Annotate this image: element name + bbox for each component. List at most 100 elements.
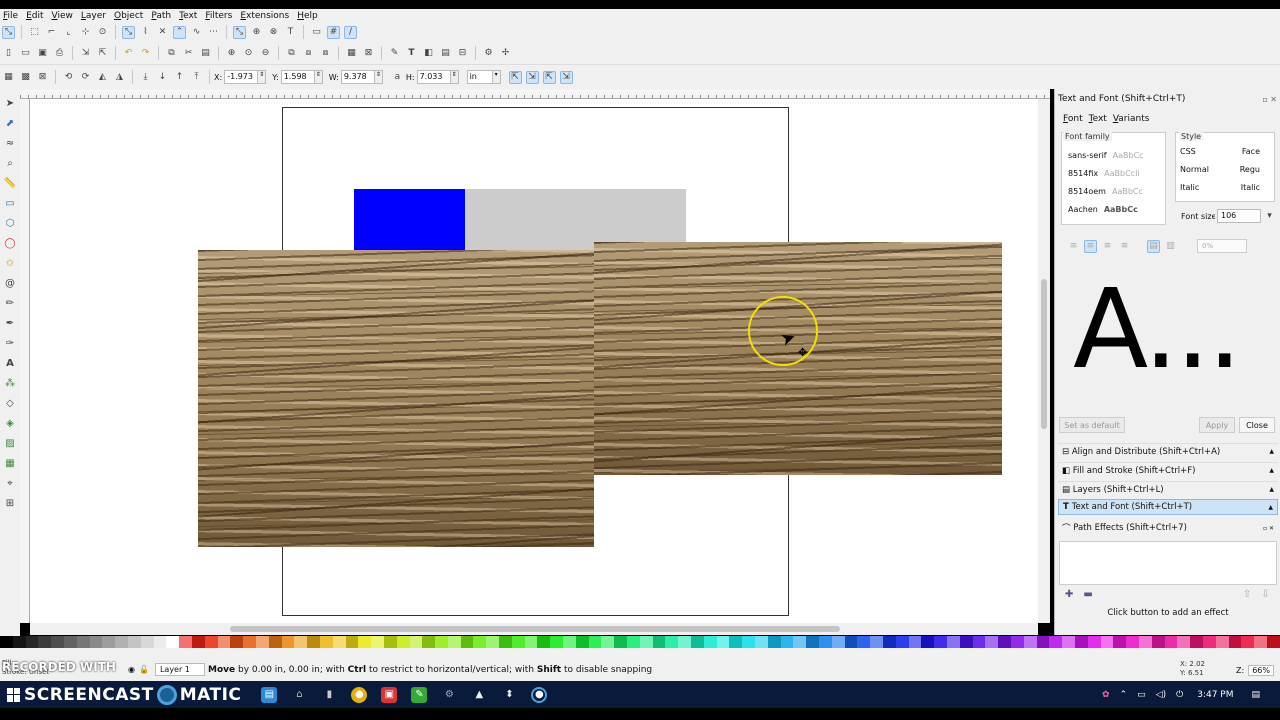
path-effects-list[interactable] bbox=[1059, 541, 1277, 585]
menu-extensions[interactable]: Extensions bbox=[240, 11, 289, 21]
palette-swatch[interactable] bbox=[793, 636, 807, 648]
palette-swatch[interactable] bbox=[1036, 636, 1050, 648]
snap-rotation-center-icon[interactable]: ⊗ bbox=[267, 26, 280, 39]
palette-swatch[interactable] bbox=[307, 636, 320, 648]
paint-bucket-tool-icon[interactable]: ◈ bbox=[3, 416, 17, 430]
xml-editor-icon[interactable]: ✎ bbox=[388, 47, 401, 60]
pencil-tool-icon[interactable]: ✏ bbox=[3, 296, 17, 310]
spray-tool-icon[interactable]: ⁂ bbox=[3, 376, 17, 390]
h-input[interactable]: 7.033 bbox=[416, 70, 451, 84]
raise-icon[interactable]: ↑ bbox=[173, 71, 186, 84]
palette-swatch[interactable] bbox=[537, 636, 551, 648]
palette-swatch[interactable] bbox=[12, 636, 26, 648]
palette-swatch[interactable] bbox=[1215, 636, 1229, 648]
palette-swatch[interactable] bbox=[767, 636, 781, 648]
palette-swatch[interactable] bbox=[755, 636, 768, 648]
palette-swatch[interactable] bbox=[422, 636, 436, 648]
copy-icon[interactable]: ⧉ bbox=[165, 47, 178, 60]
drawing-canvas[interactable]: ➤ ✥ bbox=[30, 99, 1050, 623]
menu-help[interactable]: Help bbox=[297, 11, 318, 21]
palette-swatch[interactable] bbox=[819, 636, 832, 648]
palette-swatch[interactable] bbox=[243, 636, 256, 648]
blue-rectangle[interactable] bbox=[354, 189, 465, 251]
layers-dialog-tab[interactable]: ▤ Layers (Shift+Ctrl+L) ▲ bbox=[1058, 481, 1278, 497]
deselect-icon[interactable]: ⊠ bbox=[36, 71, 49, 84]
align-distribute-dialog-tab[interactable]: ⊟ Align and Distribute (Shift+Ctrl+A) ▲ bbox=[1058, 443, 1278, 459]
palette-swatch[interactable] bbox=[102, 636, 116, 648]
palette-swatch[interactable] bbox=[1138, 636, 1152, 648]
palette-swatch[interactable] bbox=[857, 636, 871, 648]
zoom-page-icon[interactable]: ⊖ bbox=[259, 47, 272, 60]
layer-visibility-icon[interactable]: ◉ bbox=[128, 665, 135, 674]
select-all-icon[interactable]: ▦ bbox=[2, 71, 15, 84]
palette-swatch[interactable] bbox=[345, 636, 359, 648]
palette-swatch[interactable] bbox=[1151, 636, 1165, 648]
palette-swatch[interactable] bbox=[166, 636, 180, 648]
scale-corners-icon[interactable]: ⇲ bbox=[525, 70, 539, 84]
palette-swatch[interactable] bbox=[831, 636, 845, 648]
screencast-icon[interactable]: ● bbox=[531, 686, 548, 703]
close-button[interactable]: Close bbox=[1239, 417, 1275, 433]
palette-swatch[interactable] bbox=[1202, 636, 1216, 648]
open-icon[interactable]: ▭ bbox=[19, 47, 32, 60]
menu-object[interactable]: Object bbox=[114, 11, 143, 21]
app-icon-3[interactable]: ▮ bbox=[321, 687, 337, 703]
tab-variants[interactable]: Variants bbox=[1113, 114, 1150, 124]
palette-swatch[interactable] bbox=[1190, 636, 1203, 648]
flip-horizontal-icon[interactable]: ◭ bbox=[96, 71, 109, 84]
palette-swatch[interactable] bbox=[281, 636, 295, 648]
snap-others-icon[interactable]: ⤡ bbox=[233, 25, 246, 39]
measure-tool-icon[interactable]: 📏 bbox=[3, 176, 17, 190]
network-icon[interactable]: ▭ bbox=[1137, 690, 1146, 700]
snap-intersection-icon[interactable]: ✕ bbox=[156, 26, 169, 39]
tweak-tool-icon[interactable]: ≈ bbox=[3, 136, 17, 150]
remove-effect-icon[interactable]: ▬ bbox=[1083, 589, 1092, 600]
fill-stroke-icon[interactable]: ◧ bbox=[422, 47, 435, 60]
power-icon[interactable]: ⏻ bbox=[1176, 690, 1183, 700]
chevron-down-icon[interactable]: ▾ bbox=[492, 70, 501, 84]
x-input[interactable]: -1.973 bbox=[224, 70, 259, 84]
move-down-icon[interactable]: ⇩ bbox=[1261, 589, 1269, 600]
3d-box-tool-icon[interactable]: ⬡ bbox=[3, 216, 17, 230]
new-document-icon[interactable]: ▯ bbox=[2, 47, 15, 60]
list-item[interactable]: 8514fix AaBbCcIi bbox=[1062, 165, 1165, 183]
paste-icon[interactable]: ▤ bbox=[199, 47, 212, 60]
zoom-input[interactable]: 66% bbox=[1248, 665, 1274, 676]
palette-swatch[interactable] bbox=[217, 636, 231, 648]
align-icon[interactable]: ⊟ bbox=[456, 47, 469, 60]
snap-bbox-icon[interactable]: ⬚ bbox=[28, 26, 41, 39]
snap-midpoint-icon[interactable]: ⊹ bbox=[79, 26, 92, 39]
text-tool-icon[interactable]: A bbox=[3, 356, 17, 370]
color-palette[interactable] bbox=[0, 636, 1280, 648]
list-item[interactable]: sans-serif AaBbCc bbox=[1062, 147, 1165, 165]
palette-swatch[interactable] bbox=[601, 636, 615, 648]
palette-swatch[interactable] bbox=[934, 636, 947, 648]
palette-swatch[interactable] bbox=[716, 636, 730, 648]
y-spinner[interactable]: ⇕ bbox=[314, 70, 323, 84]
palette-swatch[interactable] bbox=[409, 636, 423, 648]
horizontal-scrollbar[interactable] bbox=[30, 623, 1038, 635]
horizontal-ruler[interactable] bbox=[20, 89, 1050, 99]
palette-swatch[interactable] bbox=[89, 636, 103, 648]
y-input[interactable]: 1.598 bbox=[280, 70, 315, 84]
snap-bbox-edge-icon[interactable]: ⌐ bbox=[45, 26, 58, 39]
palette-swatch[interactable] bbox=[115, 636, 128, 648]
vertical-text-icon[interactable]: ▥ bbox=[1164, 240, 1177, 253]
import-icon[interactable]: ⇲ bbox=[79, 47, 92, 60]
layer-lock-icon[interactable]: 🔓 bbox=[139, 665, 149, 674]
menu-layer[interactable]: Layer bbox=[81, 11, 106, 21]
palette-swatch[interactable] bbox=[332, 636, 346, 648]
h-spinner[interactable]: ⇕ bbox=[450, 70, 459, 84]
mesh-tool-icon[interactable]: ▦ bbox=[3, 456, 17, 470]
palette-swatch[interactable] bbox=[703, 636, 717, 648]
inkscape-icon[interactable]: ▲ bbox=[471, 687, 487, 703]
list-item[interactable]: CSS Face bbox=[1176, 143, 1274, 161]
snap-line-mid-icon[interactable]: ⋯ bbox=[207, 26, 220, 39]
palette-swatch[interactable] bbox=[691, 636, 704, 648]
style-list[interactable]: CSS Face Normal Regu Italic Italic bbox=[1175, 132, 1275, 202]
palette-swatch[interactable] bbox=[371, 636, 384, 648]
snap-nodes-icon[interactable]: ⤡ bbox=[122, 25, 135, 39]
tab-font[interactable]: Font bbox=[1063, 114, 1083, 124]
add-effect-icon[interactable]: ✚ bbox=[1065, 589, 1073, 600]
palette-swatch[interactable] bbox=[51, 636, 64, 648]
